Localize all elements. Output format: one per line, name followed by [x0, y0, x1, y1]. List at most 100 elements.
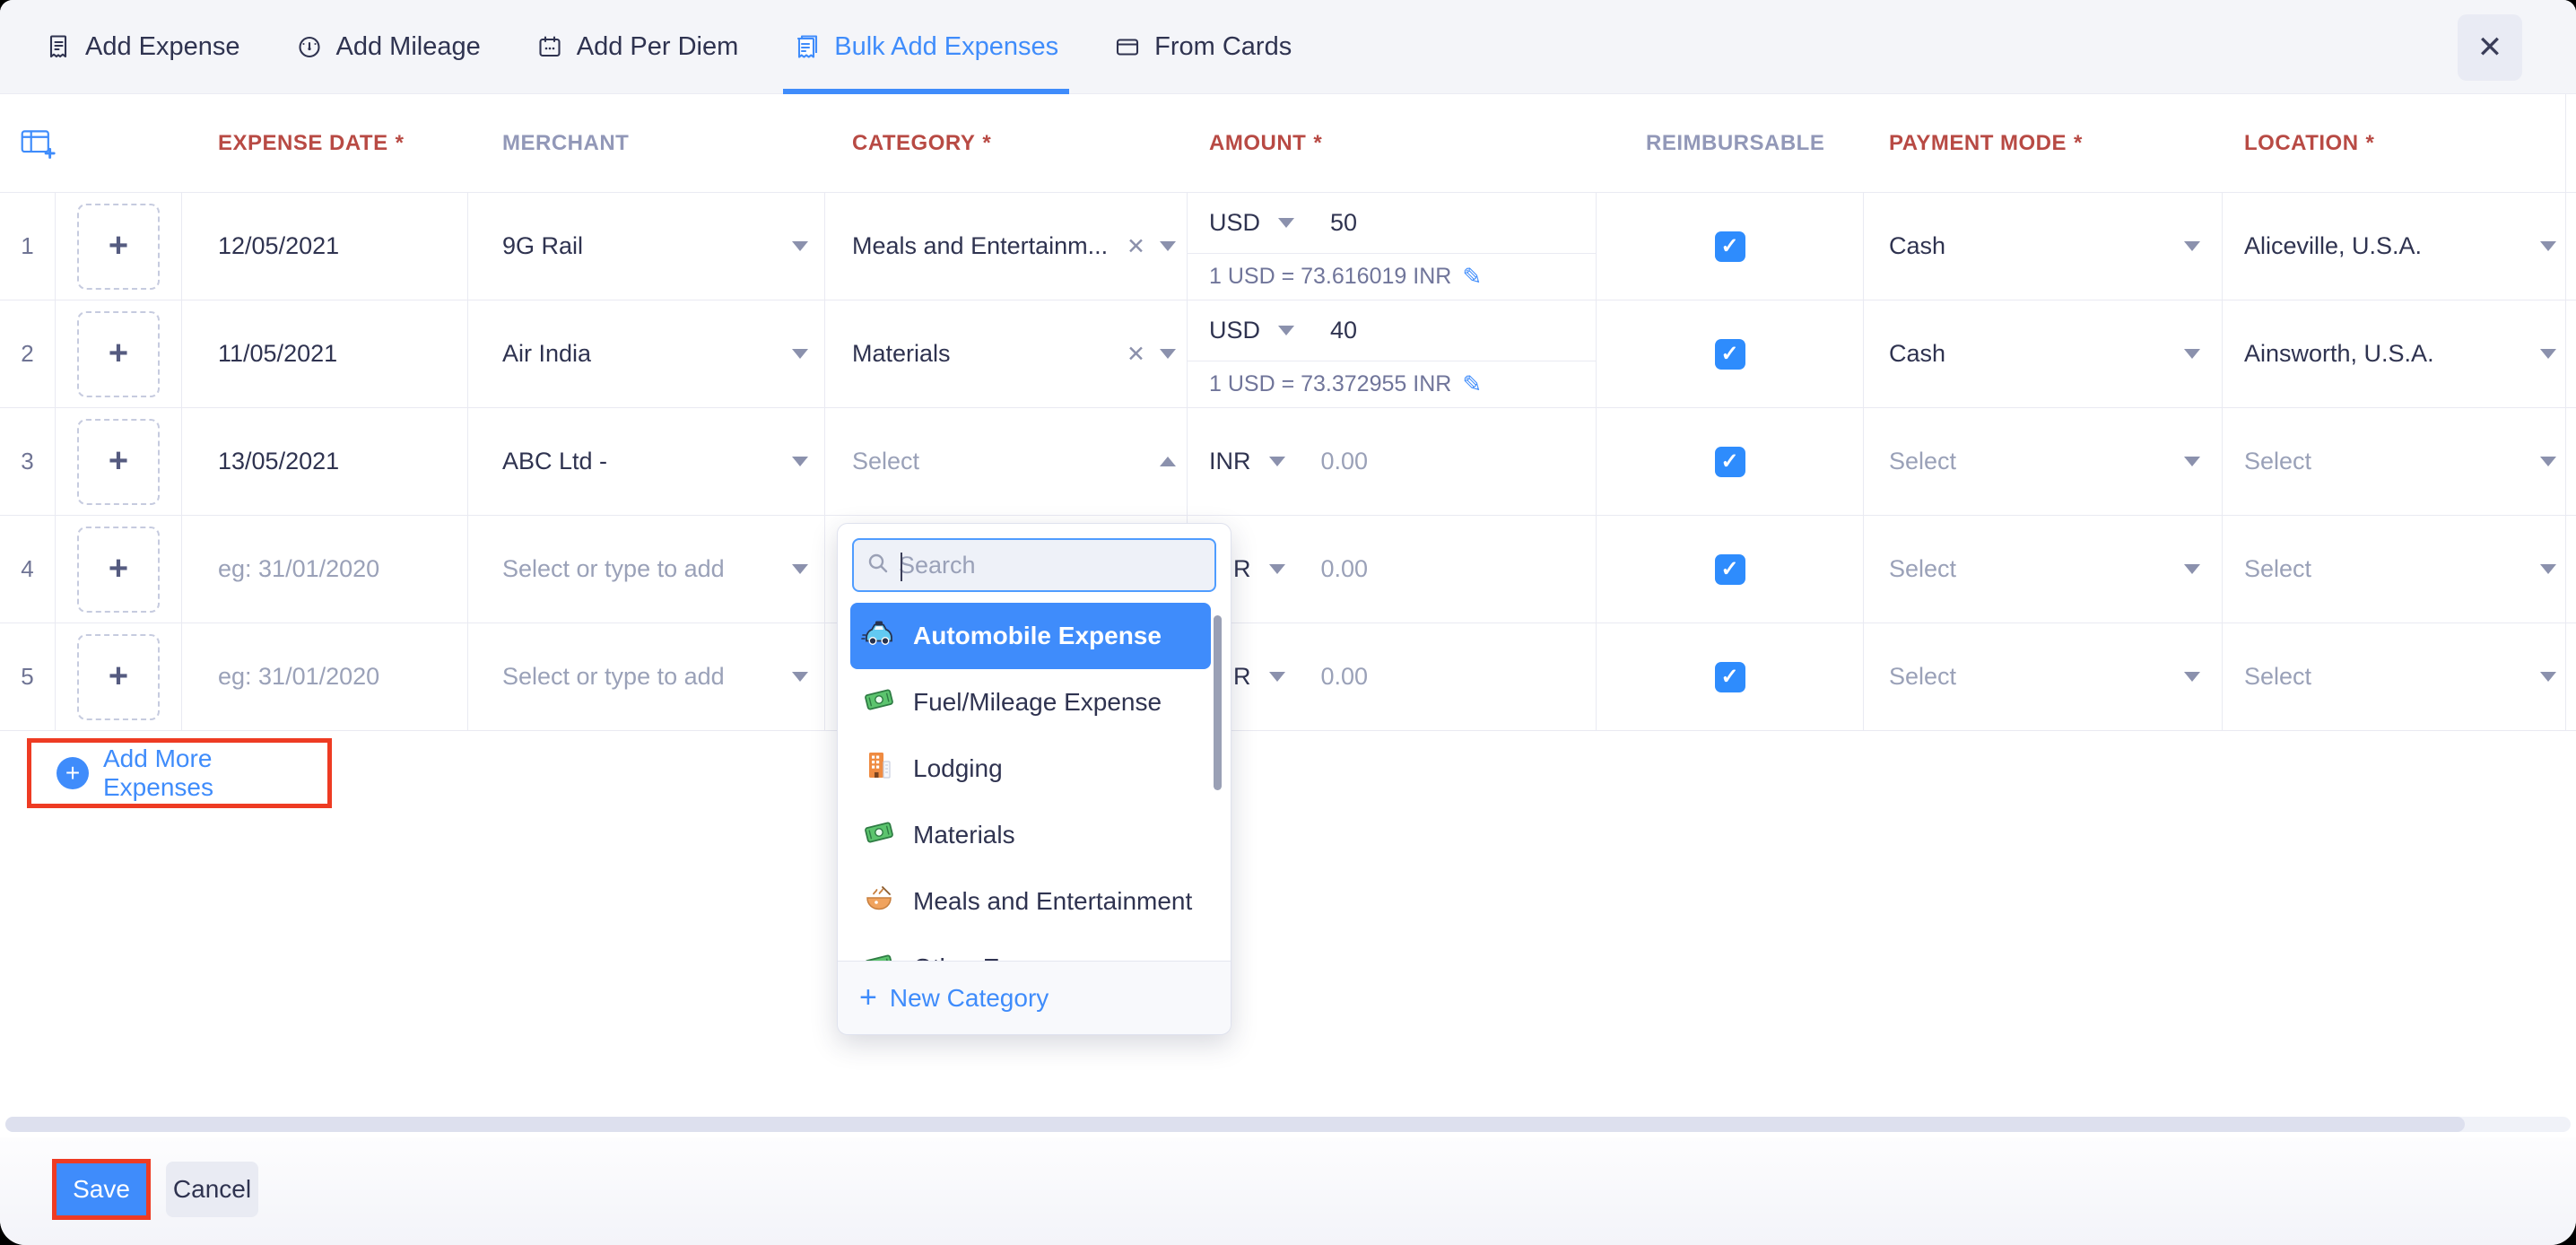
header-amount: AMOUNT* — [1188, 94, 1597, 193]
expense-date-field[interactable]: eg: 31/01/2020 — [182, 516, 468, 623]
payment-mode-select[interactable]: Cash — [1864, 193, 2223, 300]
amount-input[interactable]: 50 — [1330, 209, 1357, 237]
category-search[interactable] — [852, 538, 1216, 592]
currency-select[interactable]: USD — [1209, 317, 1260, 344]
close-icon[interactable]: ✕ — [2458, 14, 2522, 81]
attach-receipt-button[interactable]: + — [77, 204, 160, 290]
category-option-automobile[interactable]: Automobile Expense — [850, 603, 1211, 669]
tab-add-expense[interactable]: Add Expense — [45, 0, 240, 94]
table-header-row: EXPENSE DATE* MERCHANT CATEGORY* AMOUNT*… — [0, 94, 2576, 193]
merchant-select[interactable]: Select or type to add — [468, 623, 825, 731]
search-input[interactable] — [899, 552, 1214, 579]
merchant-select[interactable]: ABC Ltd - — [468, 408, 825, 516]
category-option-meals[interactable]: Meals and Entertainment — [850, 868, 1211, 935]
edit-pencil-icon[interactable]: ✎ — [1462, 370, 1482, 398]
horizontal-scrollbar[interactable] — [5, 1117, 2571, 1132]
location-select[interactable]: Select — [2223, 408, 2576, 516]
currency-select[interactable]: USD — [1209, 209, 1260, 237]
location-select[interactable]: Aliceville, U.S.A. — [2223, 193, 2576, 300]
chevron-down-icon — [2540, 672, 2556, 682]
header-location: LOCATION* — [2223, 94, 2576, 193]
row-number: 3 — [0, 408, 56, 516]
attach-receipt-button[interactable]: + — [77, 634, 160, 720]
expense-date-field[interactable]: 13/05/2021 — [182, 408, 468, 516]
add-more-expenses-button[interactable]: Add More Expenses — [103, 744, 327, 802]
merchant-select[interactable]: Air India — [468, 300, 825, 408]
category-select-open[interactable]: Select — [825, 408, 1188, 516]
clear-icon[interactable]: ✕ — [1127, 233, 1145, 260]
amount-input[interactable]: 40 — [1330, 317, 1357, 344]
chevron-down-icon — [2184, 349, 2200, 359]
reimbursable-checkbox[interactable]: ✓ — [1715, 231, 1745, 262]
footer-bar — [0, 1137, 2576, 1245]
row-number: 2 — [0, 300, 56, 408]
add-column-icon[interactable] — [0, 94, 56, 193]
expenses-table: EXPENSE DATE* MERCHANT CATEGORY* AMOUNT*… — [0, 94, 2576, 731]
header-category: CATEGORY* — [825, 94, 1188, 193]
amount-input[interactable]: 0.00 — [1321, 555, 1369, 583]
chevron-down-icon — [792, 349, 808, 359]
plus-icon: + — [859, 980, 877, 1015]
reimbursable-checkbox[interactable]: ✓ — [1715, 447, 1745, 477]
amount-input[interactable]: 0.00 — [1321, 448, 1369, 475]
payment-mode-select[interactable]: Select — [1864, 623, 2223, 731]
payment-mode-select[interactable]: Cash — [1864, 300, 2223, 408]
chevron-down-icon — [792, 564, 808, 574]
header-expense-date: EXPENSE DATE* — [182, 94, 468, 193]
amount-input[interactable]: 0.00 — [1321, 663, 1369, 691]
tab-from-cards[interactable]: From Cards — [1114, 0, 1292, 94]
location-select[interactable]: Select — [2223, 516, 2576, 623]
attach-receipt-cell: + — [56, 193, 182, 300]
attach-receipt-cell: + — [56, 408, 182, 516]
header-merchant: MERCHANT — [468, 94, 825, 193]
chevron-down-icon — [2540, 349, 2556, 359]
expense-date-field[interactable]: 12/05/2021 — [182, 193, 468, 300]
tab-label: Add Expense — [85, 32, 240, 62]
banknote-icon — [861, 682, 897, 724]
category-option-materials[interactable]: Materials — [850, 802, 1211, 868]
merchant-select[interactable]: Select or type to add — [468, 516, 825, 623]
location-select[interactable]: Select — [2223, 623, 2576, 731]
merchant-select[interactable]: 9G Rail — [468, 193, 825, 300]
tab-bulk-add-expenses[interactable]: Bulk Add Expenses — [794, 0, 1058, 94]
amount-cell: INR0.00 — [1188, 623, 1597, 731]
category-select[interactable]: Meals and Entertainm...✕ — [825, 193, 1188, 300]
category-option-lodging[interactable]: Lodging — [850, 736, 1211, 802]
amount-cell: INR 0.00 — [1188, 408, 1597, 516]
attach-receipt-button[interactable]: + — [77, 527, 160, 613]
attach-receipt-button[interactable]: + — [77, 419, 160, 505]
location-select[interactable]: Ainsworth, U.S.A. — [2223, 300, 2576, 408]
dropdown-scrollbar[interactable] — [1214, 615, 1222, 790]
exchange-rate-text: 1 USD = 73.616019 INR — [1209, 264, 1451, 290]
expense-date-field[interactable]: eg: 31/01/2020 — [182, 623, 468, 731]
reimbursable-checkbox[interactable]: ✓ — [1715, 662, 1745, 692]
reimbursable-checkbox[interactable]: ✓ — [1715, 554, 1745, 585]
category-option-other[interactable]: Other Expense — [850, 935, 1211, 962]
table-row: 1 + 12/05/2021 9G Rail Meals and Enterta… — [0, 193, 2576, 300]
attach-receipt-button[interactable]: + — [77, 311, 160, 397]
chevron-down-icon — [792, 457, 808, 466]
category-select[interactable]: Materials✕ — [825, 300, 1188, 408]
attach-receipt-cell: + — [56, 623, 182, 731]
category-option-fuel-mileage[interactable]: Fuel/Mileage Expense — [850, 669, 1211, 736]
calendar-icon — [536, 33, 563, 60]
tab-add-per-diem[interactable]: Add Per Diem — [536, 0, 739, 94]
chevron-down-icon — [1269, 672, 1285, 682]
table-row: 2 + 11/05/2021 Air India Materials✕ USD 4… — [0, 300, 2576, 408]
edit-pencil-icon[interactable]: ✎ — [1462, 263, 1482, 291]
horizontal-scrollbar-thumb[interactable] — [5, 1117, 2465, 1132]
save-button[interactable]: Save — [57, 1163, 146, 1215]
payment-mode-select[interactable]: Select — [1864, 516, 2223, 623]
payment-mode-select[interactable]: Select — [1864, 408, 2223, 516]
tab-add-mileage[interactable]: Add Mileage — [296, 0, 481, 94]
clear-icon[interactable]: ✕ — [1127, 341, 1145, 368]
tab-label: Bulk Add Expenses — [834, 32, 1058, 62]
chevron-down-icon — [1278, 218, 1294, 228]
expense-date-field[interactable]: 11/05/2021 — [182, 300, 468, 408]
reimbursable-checkbox[interactable]: ✓ — [1715, 339, 1745, 370]
currency-select[interactable]: INR — [1209, 448, 1251, 475]
search-icon — [866, 552, 890, 579]
chevron-down-icon — [792, 672, 808, 682]
cancel-button[interactable]: Cancel — [166, 1162, 258, 1217]
new-category-button[interactable]: + New Category — [838, 961, 1231, 1034]
